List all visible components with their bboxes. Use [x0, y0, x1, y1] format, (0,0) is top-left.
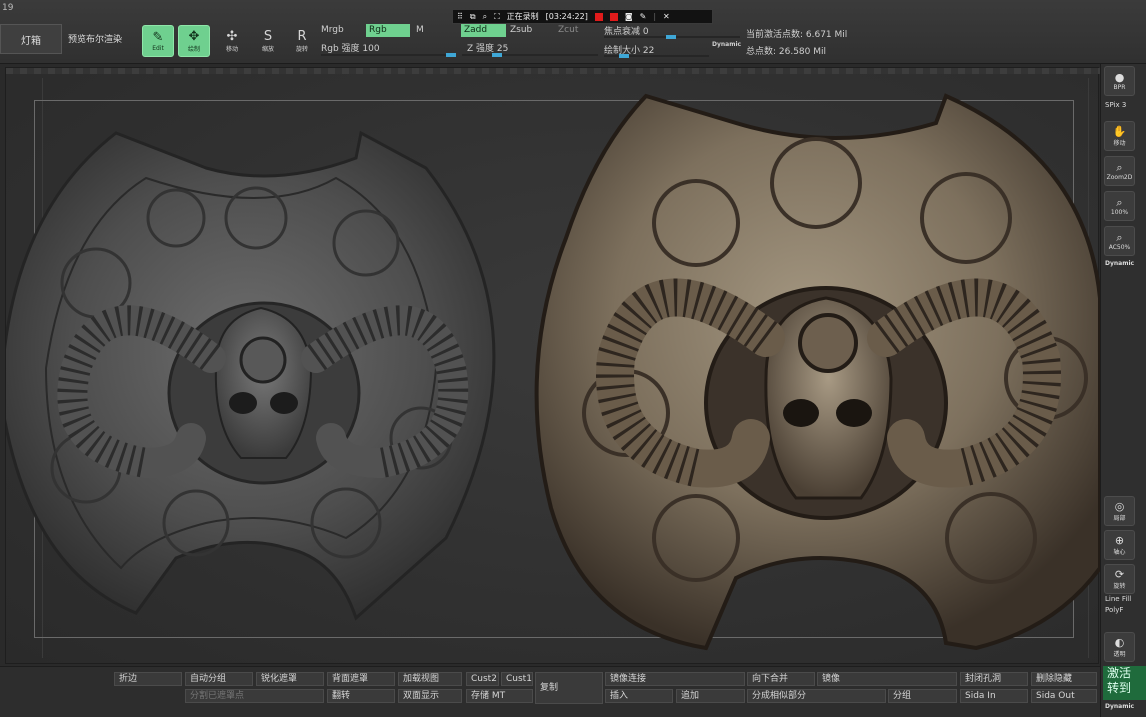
recording-label: 正在录制 [506, 12, 539, 21]
stop-icon[interactable] [609, 12, 618, 21]
zsub-button[interactable]: Zsub [510, 25, 532, 35]
bpr-button[interactable]: ● BPR [1104, 66, 1135, 96]
duplicate-button[interactable]: 复制 [535, 672, 603, 704]
local-button[interactable]: ◎ 局部 [1104, 496, 1135, 526]
activate-windows-watermark: 激活 转到 [1103, 666, 1146, 700]
ac50-button[interactable]: ⌕ AC50% [1104, 226, 1135, 256]
flip-button[interactable]: 翻转 [327, 689, 395, 703]
draw-size-track[interactable] [604, 54, 709, 58]
recording-time: [03:24:22] [545, 12, 588, 21]
edit-icon: ✎ [152, 29, 164, 45]
close-holes-button[interactable]: 封闭孔洞 [960, 672, 1028, 686]
crop-icon[interactable]: ⛶ [494, 12, 500, 22]
merge-down-button[interactable]: 向下合并 [747, 672, 815, 686]
draw-tool-button[interactable]: ✥ 绘制 [178, 25, 210, 57]
dynamic-bottom-toggle[interactable]: Dynamic [1105, 703, 1134, 710]
group-split-button[interactable]: 分组 [888, 689, 957, 703]
mirror-button[interactable]: 镜像 [817, 672, 957, 686]
side-out-button[interactable]: Sida Out [1031, 689, 1097, 703]
recording-toolbar: ⠿ ⧉ ⌕ ⛶ 正在录制 [03:24:22] ◙ ✎ | ✕ [452, 9, 713, 24]
move-view-button[interactable]: ✋ 移动 [1104, 121, 1135, 151]
version-label: 19 [2, 3, 14, 13]
spix-slider[interactable]: SPix 3 [1105, 101, 1126, 109]
scale-icon: S [263, 28, 273, 44]
pivot-button[interactable]: ⊕ 轴心 [1104, 530, 1135, 560]
shield-grey-model[interactable] [6, 130, 496, 621]
hand-icon: ✋ [1112, 124, 1127, 138]
split-similar-button[interactable]: 分成相似部分 [747, 689, 886, 703]
rotate-icon: ⟳ [1114, 567, 1125, 581]
bottom-shelf: 折边 自动分组 锐化遮罩 背面遮罩 加载视图 Cust2 Cust1 复制 镜像… [0, 666, 1100, 717]
draw-icon: ✥ [188, 28, 200, 44]
viewport-models[interactable] [6, 68, 1100, 665]
zoom-100-button[interactable]: ⌕ 100% [1104, 191, 1135, 221]
rotate-view-button[interactable]: ⟳ 旋转 [1104, 564, 1135, 594]
mrgb-button[interactable]: Mrgb [321, 25, 344, 35]
sphere-icon: ● [1114, 70, 1125, 84]
magnifier-icon: ⌕ [1116, 160, 1123, 174]
rotate-tool-button[interactable]: R 旋转 [286, 25, 318, 57]
split-masked-button[interactable]: 分割已遮罩点 [185, 689, 324, 703]
layers-icon[interactable]: ⧉ [470, 12, 476, 22]
pause-icon[interactable] [594, 12, 603, 21]
scale-tool-button[interactable]: S 缩放 [252, 25, 284, 57]
insert-button[interactable]: 插入 [605, 689, 673, 703]
m-button[interactable]: M [416, 25, 424, 35]
rgb-intensity-track[interactable] [321, 53, 456, 57]
zadd-button[interactable]: Zadd [461, 24, 506, 37]
drag-handle-icon[interactable]: ⠿ [457, 12, 463, 21]
bpr-preview-label[interactable]: 预览布尔渲染 [68, 32, 122, 45]
close-icon[interactable]: ✕ [663, 12, 670, 21]
double-button[interactable]: 双面显示 [398, 689, 462, 703]
auto-groups-button[interactable]: 自动分组 [185, 672, 253, 686]
focal-shift-track[interactable] [604, 35, 740, 39]
pen-icon[interactable]: ✎ [640, 12, 647, 21]
cust1-button[interactable]: Cust1 [501, 672, 533, 686]
transparency-icon: ◐ [1114, 635, 1125, 649]
camera-icon[interactable]: ◙ [625, 12, 633, 21]
backface-mask-button[interactable]: 背面遮罩 [327, 672, 395, 686]
store-mt-button[interactable]: 存储 MT [466, 689, 533, 703]
active-points-readout: 当前激活点数: 6.671 Mil [746, 30, 848, 40]
crease-button[interactable]: 折边 [114, 672, 182, 686]
zcut-button[interactable]: Zcut [555, 24, 578, 37]
z-intensity-slider[interactable]: Z 强度 25 [467, 41, 508, 54]
edit-tool-button[interactable]: ✎ Edit [142, 25, 174, 57]
local-icon: ◎ [1114, 499, 1125, 513]
cust2-button[interactable]: Cust2 [466, 672, 499, 686]
magnifier-icon: ⌕ [1116, 195, 1123, 209]
transparency-button[interactable]: ◐ 透明 [1104, 632, 1135, 662]
magnifier-icon: ⌕ [1116, 230, 1123, 244]
append-button[interactable]: 追加 [676, 689, 745, 703]
zoom2d-button[interactable]: ⌕ Zoom2D [1104, 156, 1135, 186]
rotate-icon: R [297, 28, 307, 44]
dynamic-toggle[interactable]: Dynamic [712, 41, 741, 48]
move-tool-button[interactable]: ✣ 移动 [216, 25, 248, 57]
rgb-intensity-slider[interactable]: Rgb 强度 100 [321, 41, 380, 54]
search-icon[interactable]: ⌕ [483, 12, 487, 22]
document-canvas[interactable] [5, 67, 1100, 665]
sharpen-mask-button[interactable]: 锐化遮罩 [256, 672, 324, 686]
lightbox-button[interactable]: 灯箱 [0, 24, 62, 54]
mirror-weld-button[interactable]: 镜像连接 [605, 672, 745, 686]
load-view-button[interactable]: 加载视图 [398, 672, 462, 686]
right-tray: ● BPR SPix 3 ✋ 移动 ⌕ Zoom2D ⌕ 100% ⌕ AC50… [1100, 64, 1146, 717]
pivot-icon: ⊕ [1114, 533, 1125, 547]
z-intensity-track[interactable] [462, 53, 598, 57]
move-icon: ✣ [226, 28, 238, 44]
dynamic-persp-toggle[interactable]: Dynamic [1105, 260, 1134, 267]
line-fill-button[interactable]: Line Fill [1105, 595, 1131, 603]
polyf-button[interactable]: PolyF [1105, 606, 1123, 614]
total-points-readout: 总点数: 26.580 Mil [746, 47, 827, 57]
shield-bronze-model[interactable] [534, 93, 1100, 651]
rgb-button[interactable]: Rgb [366, 24, 410, 37]
side-in-button[interactable]: Sida In [960, 689, 1028, 703]
delete-hidden-button[interactable]: 删除隐藏 [1031, 672, 1097, 686]
